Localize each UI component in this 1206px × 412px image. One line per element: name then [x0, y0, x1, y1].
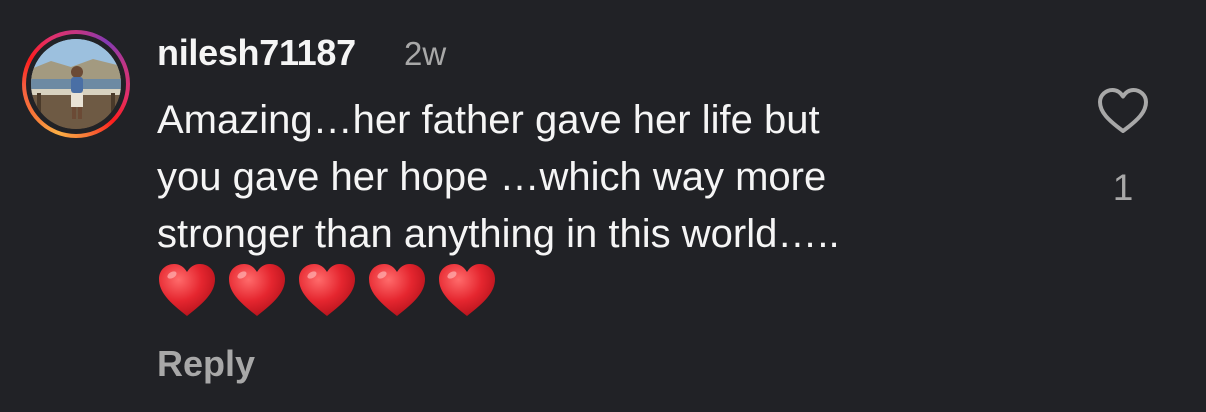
comment-text-line: you gave her hope …which way more: [157, 155, 827, 199]
red-heart-emoji-icon: [369, 264, 425, 316]
red-heart-emoji-icon: [159, 264, 215, 316]
avatar[interactable]: [31, 39, 121, 129]
heart-outline-icon: [1098, 88, 1148, 133]
comment-text: Amazing…her father gave her life but you…: [157, 92, 1057, 263]
avatar-story-ring[interactable]: [22, 30, 130, 138]
like-count: 1: [1112, 167, 1134, 208]
comment-text-line: stronger than anything in this world…..: [157, 212, 840, 256]
reply-button[interactable]: Reply: [157, 343, 255, 385]
red-heart-emoji-icon: [439, 264, 495, 316]
avatar-photo: [31, 39, 121, 129]
red-heart-emoji-icon: [299, 264, 355, 316]
comment-item: nilesh71187 2w Amazing…her father gave h…: [0, 0, 1206, 412]
red-heart-emoji-icon: [229, 264, 285, 316]
comment-text-line: Amazing…her father gave her life but: [157, 98, 820, 142]
comment-timestamp: 2w: [404, 35, 447, 72]
like-button[interactable]: [1096, 86, 1150, 136]
comment-username[interactable]: nilesh71187: [157, 32, 356, 74]
